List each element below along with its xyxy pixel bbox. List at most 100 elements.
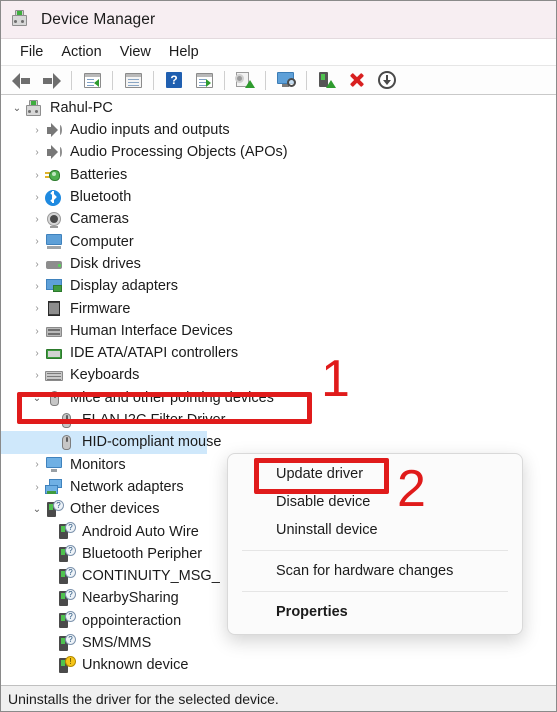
menu-action[interactable]: Action: [52, 42, 110, 62]
menu-bar: File Action View Help: [1, 39, 556, 66]
toolbar-separator: [265, 70, 266, 90]
properties-icon[interactable]: [119, 68, 147, 92]
chevron-right-icon[interactable]: ›: [29, 281, 45, 292]
tree-item[interactable]: ⌄ Mice and other pointing devices: [1, 387, 556, 409]
tree-item[interactable]: ⌄ Rahul-PC: [1, 97, 556, 119]
tree-item[interactable]: › Audio inputs and outputs: [1, 119, 556, 141]
monitor-icon: [45, 456, 63, 473]
tree-item-label: Android Auto Wire: [82, 523, 199, 540]
tree-item-label: Human Interface Devices: [70, 322, 233, 339]
context-menu-item-properties[interactable]: Properties: [228, 598, 522, 626]
tree-item-label: Mice and other pointing devices: [70, 389, 274, 406]
tree-item-label: Unknown device: [82, 657, 189, 674]
display-adapter-icon: [45, 278, 63, 295]
tree-item[interactable]: › Audio Processing Objects (APOs): [1, 142, 556, 164]
chevron-down-icon[interactable]: ⌄: [9, 103, 25, 114]
window-title: Device Manager: [41, 10, 156, 28]
chevron-right-icon[interactable]: ›: [29, 259, 45, 270]
tree-item-label: Batteries: [70, 166, 128, 183]
toolbar-separator: [153, 70, 154, 90]
tree-item-label: Monitors: [70, 456, 126, 473]
context-menu-item-scan-for-hardware-changes[interactable]: Scan for hardware changes: [228, 557, 522, 585]
tree-item[interactable]: › Human Interface Devices: [1, 320, 556, 342]
tree-item[interactable]: › Display adapters: [1, 275, 556, 297]
menu-help[interactable]: Help: [160, 42, 208, 62]
chevron-right-icon[interactable]: ›: [29, 147, 45, 158]
tree-item[interactable]: HID-compliant mouse: [1, 431, 556, 454]
tree-item-label: Audio inputs and outputs: [70, 122, 230, 139]
uninstall-device-icon[interactable]: [343, 68, 371, 92]
context-menu-item-uninstall-device[interactable]: Uninstall device: [228, 516, 522, 544]
menu-file[interactable]: File: [11, 42, 52, 62]
annotation-number-two: 2: [397, 460, 426, 518]
update-driver-icon[interactable]: [313, 68, 341, 92]
tree-item[interactable]: ELAN I2C Filter Driver: [1, 409, 556, 431]
chevron-down-icon[interactable]: ⌄: [29, 504, 45, 515]
action-icon[interactable]: [190, 68, 218, 92]
hid-icon: [45, 323, 63, 340]
unknown-device-icon: ?: [57, 566, 76, 585]
network-adapter-icon: [45, 478, 63, 496]
mouse-icon: [57, 434, 75, 451]
firmware-icon: [45, 300, 63, 317]
tree-item-label: Cameras: [70, 211, 129, 228]
title-bar: Device Manager: [1, 1, 556, 39]
context-menu[interactable]: Update driver Disable device Uninstall d…: [227, 453, 523, 635]
unknown-device-icon: ?: [57, 522, 76, 540]
tree-item[interactable]: ! Unknown device: [1, 654, 556, 676]
tree-item[interactable]: › Disk drives: [1, 253, 556, 275]
chevron-right-icon[interactable]: ›: [29, 125, 45, 136]
chevron-right-icon[interactable]: ›: [29, 170, 45, 181]
chevron-right-icon[interactable]: ›: [29, 236, 45, 247]
context-menu-item-update-driver[interactable]: Update driver: [228, 460, 522, 488]
tree-item-label: SMS/MMS: [82, 635, 152, 652]
speaker-icon: [45, 144, 63, 161]
tree-item[interactable]: › Batteries: [1, 164, 556, 186]
mouse-icon: [57, 412, 75, 429]
chevron-right-icon[interactable]: ›: [29, 192, 45, 203]
help-icon[interactable]: ?: [160, 68, 188, 92]
tree-item[interactable]: › Computer: [1, 231, 556, 253]
tree-item[interactable]: › Keyboards: [1, 365, 556, 387]
chevron-right-icon[interactable]: ›: [29, 348, 45, 359]
menu-view[interactable]: View: [111, 42, 160, 62]
mouse-icon: [45, 390, 63, 407]
tree-item[interactable]: › IDE ATA/ATAPI controllers: [1, 342, 556, 364]
tree-item[interactable]: › Bluetooth: [1, 186, 556, 208]
tree-item-label: Bluetooth Peripher: [82, 545, 203, 562]
toolbar-separator: [71, 70, 72, 90]
chevron-right-icon[interactable]: ›: [29, 326, 45, 337]
forward-arrow-icon[interactable]: [37, 68, 65, 92]
tree-item-label: Keyboards: [70, 367, 140, 384]
chevron-right-icon[interactable]: ›: [29, 370, 45, 381]
tree-item-label: Other devices: [70, 501, 160, 518]
device-view-icon[interactable]: [272, 68, 300, 92]
device-manager-window: Device Manager File Action View Help ? ⌄…: [0, 0, 557, 712]
tree-item-label: NearbySharing: [82, 590, 179, 607]
unknown-device-warning-icon: !: [57, 656, 76, 674]
tree-item[interactable]: › Cameras: [1, 208, 556, 230]
ide-controller-icon: [45, 345, 63, 362]
show-hide-console-tree-icon[interactable]: [78, 68, 106, 92]
scan-for-hardware-changes-icon[interactable]: [231, 68, 259, 92]
tree-item[interactable]: ? SMS/MMS: [1, 632, 556, 654]
toolbar-separator: [112, 70, 113, 90]
chevron-right-icon[interactable]: ›: [29, 303, 45, 314]
device-manager-icon: [11, 9, 31, 30]
tree-item[interactable]: › Firmware: [1, 298, 556, 320]
unknown-device-icon: ?: [57, 589, 76, 607]
tree-item-label: Network adapters: [70, 478, 184, 495]
context-menu-item-disable-device[interactable]: Disable device: [228, 488, 522, 516]
chevron-right-icon[interactable]: ›: [29, 459, 45, 470]
chevron-down-icon[interactable]: ⌄: [29, 393, 45, 404]
tree-item-label: IDE ATA/ATAPI controllers: [70, 345, 239, 362]
tree-item-label: Bluetooth: [70, 189, 132, 206]
toolbar: ?: [1, 66, 556, 95]
chevron-right-icon[interactable]: ›: [29, 214, 45, 225]
tree-item-label: CONTINUITY_MSG_: [82, 568, 220, 585]
download-icon[interactable]: [373, 68, 401, 92]
back-arrow-icon[interactable]: [7, 68, 35, 92]
toolbar-separator: [306, 70, 307, 90]
tree-item-label: Firmware: [70, 300, 131, 317]
chevron-right-icon[interactable]: ›: [29, 482, 45, 493]
